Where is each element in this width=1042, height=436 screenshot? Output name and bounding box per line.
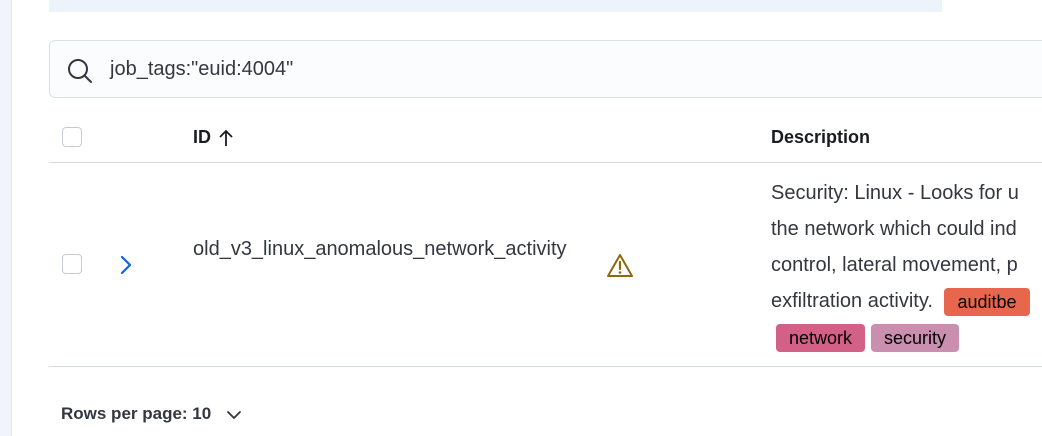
tag-list: network security bbox=[776, 324, 960, 352]
warning-icon[interactable] bbox=[606, 252, 634, 280]
job-description: Security: Linux - Looks for u the networ… bbox=[771, 175, 1042, 319]
description-line-with-tag: exfiltration activity. auditbe bbox=[771, 283, 1042, 319]
callout-panel bbox=[49, 0, 942, 12]
chevron-down-icon bbox=[227, 410, 241, 419]
description-line: Security: Linux - Looks for u bbox=[771, 182, 1019, 204]
table-row: old_v3_linux_anomalous_network_activity … bbox=[49, 163, 1042, 367]
column-header-id[interactable]: ID bbox=[193, 127, 211, 148]
search-bar[interactable]: job_tags:"euid:4004" bbox=[49, 40, 1042, 98]
tag-badge-auditbeat: auditbe bbox=[944, 287, 1030, 316]
chevron-right-icon[interactable] bbox=[115, 254, 137, 276]
rows-per-page-button[interactable]: Rows per page: 10 bbox=[61, 404, 242, 424]
job-id: old_v3_linux_anomalous_network_activity bbox=[193, 238, 567, 260]
select-all-checkbox[interactable] bbox=[62, 127, 82, 147]
sort-ascending-icon[interactable] bbox=[217, 129, 235, 147]
ml-jobs-page: job_tags:"euid:4004" ID Description old_… bbox=[0, 0, 1042, 436]
row-checkbox[interactable] bbox=[62, 254, 82, 274]
search-icon bbox=[68, 59, 92, 83]
tag-badge-network: network bbox=[776, 324, 866, 352]
side-nav-edge bbox=[0, 0, 12, 436]
description-line: control, lateral movement, p bbox=[771, 254, 1018, 276]
rows-per-page-label: Rows per page: 10 bbox=[61, 404, 212, 423]
column-header-description[interactable]: Description bbox=[771, 127, 870, 148]
description-line: exfiltration activity. bbox=[771, 290, 933, 312]
table-header: ID Description bbox=[49, 112, 1042, 163]
description-line: the network which could ind bbox=[771, 218, 1017, 240]
tag-badge-security: security bbox=[871, 324, 960, 352]
search-input[interactable]: job_tags:"euid:4004" bbox=[110, 58, 293, 81]
